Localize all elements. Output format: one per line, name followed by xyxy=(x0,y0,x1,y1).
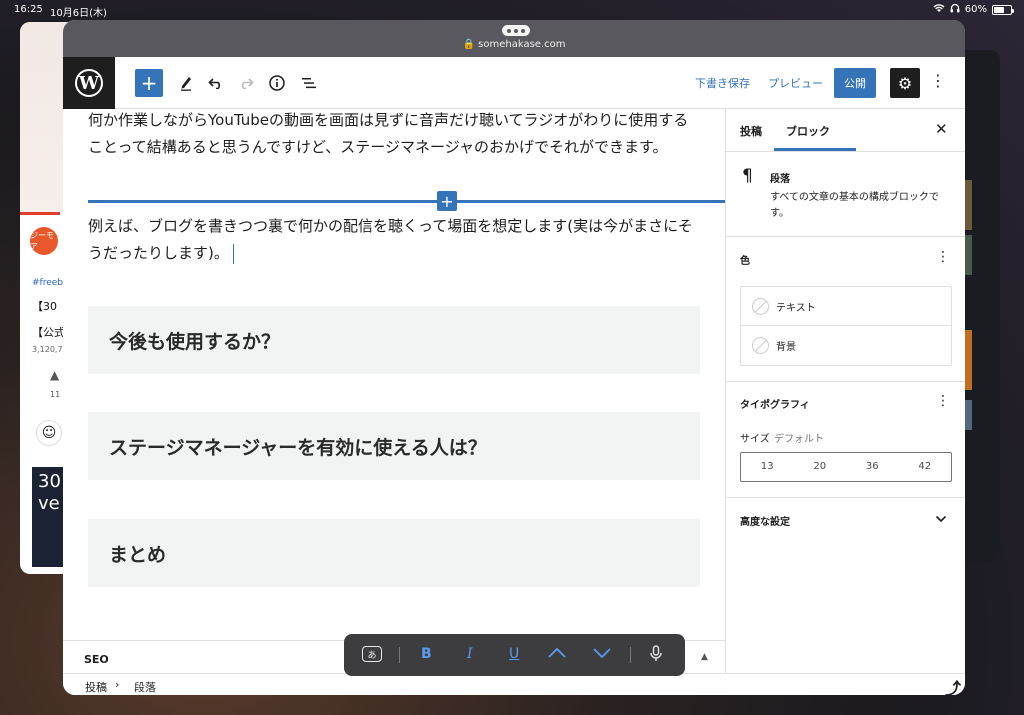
italic-button[interactable]: I xyxy=(467,646,473,662)
paragraph-text: 例えば、ブログを書きつつ裏で何かの配信を聴くって場面を想定します(実は今がまさに… xyxy=(88,217,693,262)
add-block-button[interactable]: + xyxy=(135,69,163,97)
typography-options-icon[interactable]: ⋮ xyxy=(936,393,950,409)
insert-block-button[interactable]: + xyxy=(437,191,457,211)
status-time: 16:25 xyxy=(14,4,43,15)
channel-logo: ジーモア xyxy=(30,227,58,255)
editor-canvas: 何か作業しながらYouTubeの動画を画面は見ずに音声だけ聴いてラジオがわりに使… xyxy=(63,109,725,640)
save-draft-button[interactable]: 下書き保存 xyxy=(695,75,750,91)
publish-button[interactable]: 公開 xyxy=(834,68,876,98)
block-inserter-line xyxy=(88,200,725,203)
status-bar: 16:25 10月6日(木) 60% xyxy=(0,0,1024,20)
undo-icon[interactable] xyxy=(205,69,227,97)
heading-block[interactable]: 今後も使用するか？ xyxy=(88,306,700,374)
breadcrumb-separator: › xyxy=(115,678,120,691)
settings-gear-icon[interactable]: ⚙ xyxy=(890,68,920,98)
sidebar-tabs: 投稿 ブロック ✕ xyxy=(726,109,965,152)
settings-sidebar: 投稿 ブロック ✕ ¶ 段落 すべての文章の基本の構成ブロックです。 色 ⋮ テ… xyxy=(725,109,965,673)
pencil-icon[interactable] xyxy=(175,69,197,97)
divider xyxy=(399,647,400,663)
editor-toolbar: W + 下書き保存 プレビュー 公開 ⚙ ⋮ xyxy=(63,57,965,109)
paragraph-block-selected[interactable]: 例えば、ブログを書きつつ裏で何かの配信を聴くって場面を想定します(実は今がまさに… xyxy=(88,213,703,267)
url-text[interactable]: 🔒 somehakase.com xyxy=(63,39,965,50)
redo-icon[interactable] xyxy=(235,69,257,97)
font-size-label: サイズ xyxy=(740,434,770,445)
tab-block[interactable]: ブロック xyxy=(774,123,856,151)
microphone-icon[interactable] xyxy=(650,645,662,667)
background-color-label: 背景 xyxy=(776,342,796,353)
resize-handle-icon[interactable]: ⤴ xyxy=(945,675,961,695)
font-size-option[interactable]: 20 xyxy=(794,453,847,481)
url-bar: 🔒 somehakase.com xyxy=(63,20,965,57)
font-size-option[interactable]: 42 xyxy=(899,453,952,481)
advanced-panel-title[interactable]: 高度な設定 xyxy=(740,513,790,528)
battery-icon xyxy=(992,4,1014,15)
font-size-option[interactable]: 36 xyxy=(846,453,899,481)
block-description: すべての文章の基本の構成ブロックです。 xyxy=(770,192,939,219)
divider xyxy=(726,497,965,498)
heading-block[interactable]: まとめ xyxy=(88,519,700,587)
thumbs-up-icon: ▲ xyxy=(50,368,60,382)
empty-swatch-icon xyxy=(752,337,769,354)
color-options-icon[interactable]: ⋮ xyxy=(936,249,950,265)
color-panel-title[interactable]: 色 xyxy=(740,252,750,267)
underline-button[interactable]: U xyxy=(509,646,519,662)
wifi-icon xyxy=(933,3,945,16)
text-cursor xyxy=(232,243,235,264)
chevron-down-icon[interactable] xyxy=(592,647,612,663)
progress-line xyxy=(20,212,60,215)
preview-button[interactable]: プレビュー xyxy=(768,75,823,91)
heading-block[interactable]: ステージマネージャーを有効に使える人は？ xyxy=(88,412,700,480)
breadcrumb-paragraph[interactable]: 段落 xyxy=(134,679,156,695)
font-size-picker: 13 20 36 42 xyxy=(740,452,952,482)
hashtag-link: #freeb xyxy=(32,278,63,288)
wordpress-logo-icon[interactable]: W xyxy=(63,57,115,109)
safari-window: 🔒 somehakase.com W + 下書き保存 プレビュー 公開 ⚙ ⋮ … xyxy=(63,20,965,695)
font-size-option[interactable]: 13 xyxy=(741,453,794,481)
bold-button[interactable]: B xyxy=(421,646,432,662)
like-count: 11 xyxy=(50,390,61,399)
divider xyxy=(630,647,631,663)
info-icon[interactable] xyxy=(266,69,288,97)
view-count: 3,120,7 xyxy=(32,345,63,354)
more-options-icon[interactable]: ⋮ xyxy=(930,71,946,90)
lock-icon: 🔒 xyxy=(462,39,475,50)
color-settings: テキスト 背景 xyxy=(740,286,952,366)
block-title: 段落 xyxy=(770,174,790,185)
kana-input-button[interactable]: あ xyxy=(362,646,382,662)
block-card: ¶ 段落 すべての文章の基本の構成ブロックです。 xyxy=(726,152,965,237)
font-size-value: デフォルト xyxy=(774,434,824,445)
breadcrumb-post[interactable]: 投稿 xyxy=(85,679,107,695)
text-color-label: テキスト xyxy=(776,302,816,314)
background-app-window-right[interactable] xyxy=(962,50,1000,562)
text-color-option[interactable]: テキスト xyxy=(741,287,951,326)
paragraph-icon: ¶ xyxy=(742,166,753,186)
close-icon[interactable]: ✕ xyxy=(935,120,948,138)
seo-label: SEO xyxy=(84,653,109,666)
paragraph-block[interactable]: 何か作業しながらYouTubeの動画を画面は見ずに音声だけ聴いてラジオがわりに使… xyxy=(88,109,703,161)
video-title-line2: 【公式 xyxy=(32,326,65,339)
smiley-avatar-icon: ☺ xyxy=(36,420,62,446)
window-menu-dots[interactable] xyxy=(502,25,530,36)
chevron-down-icon[interactable] xyxy=(935,513,947,526)
empty-swatch-icon xyxy=(752,298,769,315)
status-date: 10月6日(木) xyxy=(50,8,107,19)
background-color-option[interactable]: 背景 xyxy=(741,326,951,365)
tab-post[interactable]: 投稿 xyxy=(740,123,762,139)
typography-panel-title[interactable]: タイポグラフィ xyxy=(740,396,810,411)
list-view-icon[interactable] xyxy=(298,69,320,97)
url-domain: somehakase.com xyxy=(478,39,566,50)
battery-percent: 60% xyxy=(964,4,987,15)
video-title-line1: 【30 xyxy=(32,300,57,313)
keyboard-format-toolbar: あ B I U xyxy=(344,634,685,676)
headphones-icon xyxy=(950,3,960,16)
breadcrumb: 投稿 › 段落 ⤴ xyxy=(63,673,965,695)
expand-triangle-icon[interactable]: ▲ xyxy=(701,652,708,662)
status-indicators: 60% xyxy=(933,3,1014,16)
chevron-up-icon[interactable] xyxy=(547,647,567,663)
divider xyxy=(726,381,965,382)
